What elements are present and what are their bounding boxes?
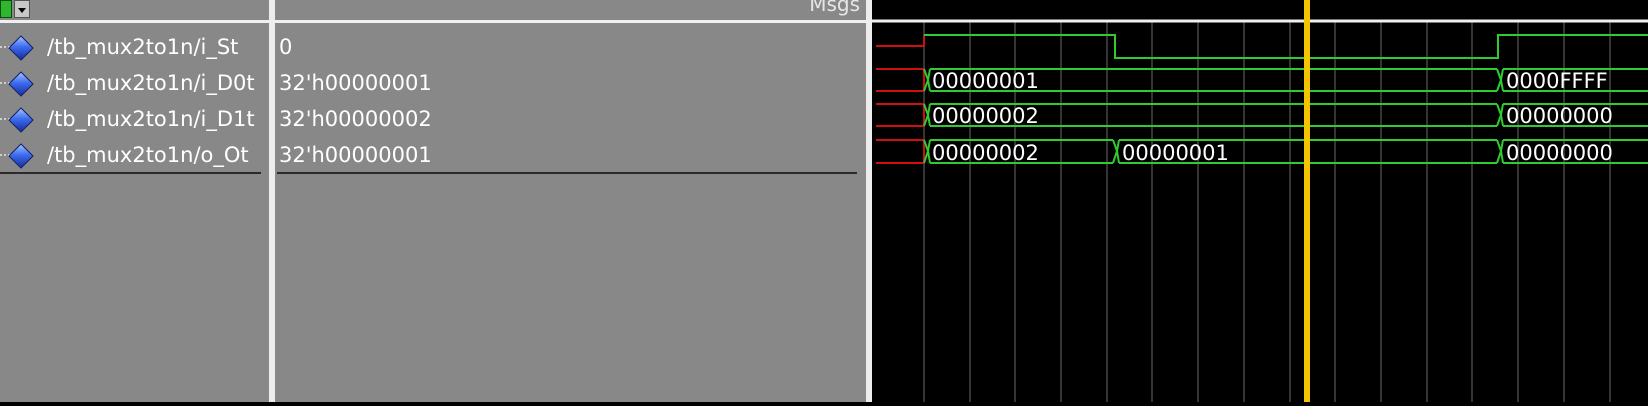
values-column-header: Msgs: [809, 0, 860, 16]
signal-value: 32'h00000001: [279, 71, 432, 95]
signal-row-i-st[interactable]: /tb_mux2to1n/i_St: [0, 32, 269, 62]
wave-initial-segment: [876, 103, 925, 127]
waveform-canvas[interactable]: 00000001 0000FFFF 00000002 00000000 0000…: [872, 0, 1648, 402]
bus-value: 00000002: [932, 104, 1039, 128]
wave-i-st[interactable]: [876, 34, 1648, 59]
bus-value: 00000002: [932, 141, 1039, 165]
bus-value: 00000000: [1506, 104, 1613, 128]
names-header: [0, 0, 269, 23]
wave-i-d1t[interactable]: 00000002 00000000: [876, 103, 1648, 128]
signal-value: 0: [279, 35, 293, 59]
bus-value: 0000FFFF: [1506, 69, 1608, 93]
signal-value: 32'h00000002: [279, 107, 432, 131]
signal-row-i-d0t[interactable]: /tb_mux2to1n/i_D0t: [0, 68, 269, 98]
signal-diamond-icon: [8, 71, 34, 97]
signal-values-pane: Msgs 0 32'h00000001 32'h00000002 32'h000…: [275, 0, 866, 402]
signal-row-i-d1t[interactable]: /tb_mux2to1n/i_D1t: [0, 104, 269, 134]
wave-pane[interactable]: 00000001 0000FFFF 00000002 00000000 0000…: [872, 0, 1648, 402]
wave-initial-segment: [876, 139, 925, 164]
selection-underline: [0, 172, 261, 174]
signal-name: /tb_mux2to1n/o_Ot: [47, 143, 249, 167]
bus-value: 00000001: [932, 69, 1039, 93]
wave-initial-segment: [876, 35, 925, 47]
signal-diamond-icon: [8, 35, 34, 61]
signal-diamond-icon: [8, 143, 34, 169]
wave-i-d0t[interactable]: 00000001 0000FFFF: [876, 68, 1648, 93]
bus-value: 00000001: [1122, 141, 1229, 165]
wave-o-ot[interactable]: 00000002 00000001 00000000: [876, 139, 1648, 165]
time-cursor[interactable]: [1304, 0, 1310, 402]
signal-diamond-icon: [8, 107, 34, 133]
signal-names-pane: /tb_mux2to1n/i_St /tb_mux2to1n/i_D0t /tb…: [0, 0, 269, 402]
pane-toolbox[interactable]: [0, 0, 30, 18]
values-header: Msgs: [275, 0, 866, 23]
wave-initial-segment: [876, 68, 925, 92]
wave-trace: [924, 34, 1648, 59]
bus-value: 00000000: [1506, 141, 1613, 165]
signal-row-o-ot[interactable]: /tb_mux2to1n/o_Ot: [0, 140, 269, 170]
dropdown-arrow-icon[interactable]: [14, 0, 30, 18]
signal-name: /tb_mux2to1n/i_St: [47, 35, 239, 59]
green-square-icon: [0, 0, 12, 18]
selection-underline: [277, 172, 857, 174]
signal-name: /tb_mux2to1n/i_D0t: [47, 71, 255, 95]
signal-name: /tb_mux2to1n/i_D1t: [47, 107, 255, 131]
signal-value: 32'h00000001: [279, 143, 432, 167]
